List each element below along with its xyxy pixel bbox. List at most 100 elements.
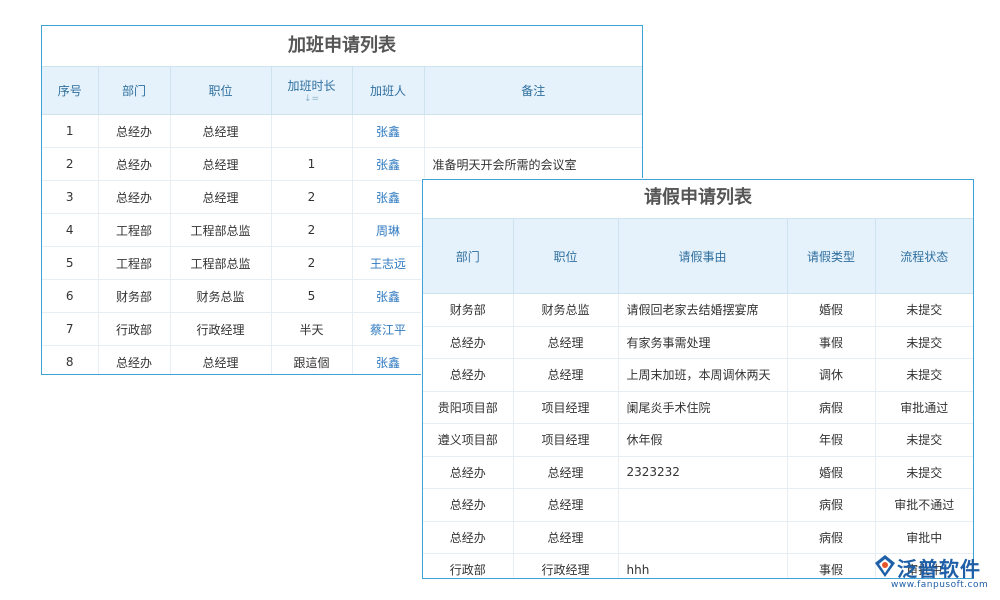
col-header-dept[interactable]: 部门 [98,67,170,115]
cell-reason [618,521,787,554]
col-header-type[interactable]: 请假类型 [787,219,875,294]
person-link[interactable]: 周琳 [376,224,400,238]
table-row[interactable]: 贵阳项目部项目经理阑尾炎手术住院病假审批通过 [423,391,973,424]
cell-person: 张鑫 [352,115,424,148]
table-row[interactable]: 总经办总经理2323232婚假未提交 [423,456,973,489]
cell-hours: 跟這個 [271,346,352,376]
cell-reason [618,489,787,522]
col-header-index[interactable]: 序号 [42,67,98,115]
table-row[interactable]: 总经办总经理病假审批中 [423,521,973,554]
person-link[interactable]: 王志远 [370,257,406,271]
table-row[interactable]: 遵义项目部项目经理休年假年假未提交 [423,424,973,457]
col-header-position[interactable]: 职位 [513,219,618,294]
cell-person: 张鑫 [352,280,424,313]
cell-dept: 总经办 [98,346,170,376]
cell-position: 项目经理 [513,391,618,424]
cell-status: 未提交 [875,456,973,489]
cell-dept: 遵义项目部 [423,424,513,457]
cell-dept: 总经办 [423,456,513,489]
cell-person: 王志远 [352,247,424,280]
cell-position: 总经理 [513,456,618,489]
person-link[interactable]: 张鑫 [376,356,400,370]
cell-type: 婚假 [787,456,875,489]
person-link[interactable]: 蔡江平 [370,323,406,337]
cell-position: 项目经理 [513,424,618,457]
cell-hours: 2 [271,181,352,214]
cell-dept: 总经办 [423,489,513,522]
cell-position: 财务总监 [513,294,618,327]
cell-person: 蔡江平 [352,313,424,346]
cell-reason: 请假回老家去结婚摆宴席 [618,294,787,327]
cell-person: 周琳 [352,214,424,247]
cell-type: 事假 [787,326,875,359]
cell-status: 审批不通过 [875,489,973,522]
cell-type: 病假 [787,521,875,554]
col-header-status[interactable]: 流程状态 [875,219,973,294]
cell-dept: 行政部 [98,313,170,346]
cell-note [424,115,642,148]
cell-status: 未提交 [875,359,973,392]
cell-dept: 总经办 [98,181,170,214]
table-row[interactable]: 总经办总经理病假审批不通过 [423,489,973,522]
person-link[interactable]: 张鑫 [376,290,400,304]
cell-index: 8 [42,346,98,376]
cell-position: 行政经理 [170,313,271,346]
cell-dept: 财务部 [423,294,513,327]
cell-position: 工程部总监 [170,247,271,280]
person-link[interactable]: 张鑫 [376,191,400,205]
cell-status: 未提交 [875,294,973,327]
table-row[interactable]: 总经办总经理上周末加班，本周调休两天调休未提交 [423,359,973,392]
table-row[interactable]: 财务部财务总监请假回老家去结婚摆宴席婚假未提交 [423,294,973,327]
cell-dept: 总经办 [98,148,170,181]
cell-reason: 休年假 [618,424,787,457]
cell-index: 6 [42,280,98,313]
col-header-reason[interactable]: 请假事由 [618,219,787,294]
person-link[interactable]: 张鑫 [376,158,400,172]
cell-hours [271,115,352,148]
cell-dept: 总经办 [98,115,170,148]
cell-note: 准备明天开会所需的会议室 [424,148,642,181]
leave-table-header: 部门 职位 请假事由 请假类型 流程状态 [423,219,973,294]
leave-list-title: 请假申请列表 [423,180,973,219]
cell-position: 工程部总监 [170,214,271,247]
table-row[interactable]: 2总经办总经理1张鑫准备明天开会所需的会议室 [42,148,642,181]
cell-reason: hhh [618,554,787,580]
cell-index: 3 [42,181,98,214]
cell-type: 婚假 [787,294,875,327]
cell-dept: 贵阳项目部 [423,391,513,424]
cell-position: 总经理 [170,148,271,181]
cell-position: 总经理 [513,521,618,554]
cell-position: 总经理 [170,115,271,148]
table-row[interactable]: 1总经办总经理张鑫 [42,115,642,148]
cell-status: 未提交 [875,424,973,457]
cell-position: 行政经理 [513,554,618,580]
cell-hours: 1 [271,148,352,181]
overtime-table-header: 序号 部门 职位 加班时长 ↓= 加班人 备注 [42,67,642,115]
col-header-hours-label: 加班时长 [287,79,335,93]
cell-type: 年假 [787,424,875,457]
cell-status: 未提交 [875,326,973,359]
cell-person: 张鑫 [352,148,424,181]
sort-icon[interactable]: ↓= [272,94,352,104]
cell-dept: 工程部 [98,247,170,280]
col-header-note[interactable]: 备注 [424,67,642,115]
leave-table: 部门 职位 请假事由 请假类型 流程状态 财务部财务总监请假回老家去结婚摆宴席婚… [423,219,973,579]
cell-position: 总经理 [170,181,271,214]
cell-hours: 5 [271,280,352,313]
cell-type: 病假 [787,391,875,424]
brand-logo: 泛普软件 www.fanpusoft.com [873,553,998,597]
col-header-dept[interactable]: 部门 [423,219,513,294]
cell-person: 张鑫 [352,181,424,214]
table-row[interactable]: 总经办总经理有家务事需处理事假未提交 [423,326,973,359]
cell-index: 5 [42,247,98,280]
cell-hours: 2 [271,247,352,280]
cell-position: 财务总监 [170,280,271,313]
cell-position: 总经理 [513,326,618,359]
person-link[interactable]: 张鑫 [376,125,400,139]
col-header-person[interactable]: 加班人 [352,67,424,115]
cell-type: 病假 [787,489,875,522]
col-header-position[interactable]: 职位 [170,67,271,115]
col-header-hours[interactable]: 加班时长 ↓= [271,67,352,115]
cell-dept: 财务部 [98,280,170,313]
cell-dept: 总经办 [423,326,513,359]
